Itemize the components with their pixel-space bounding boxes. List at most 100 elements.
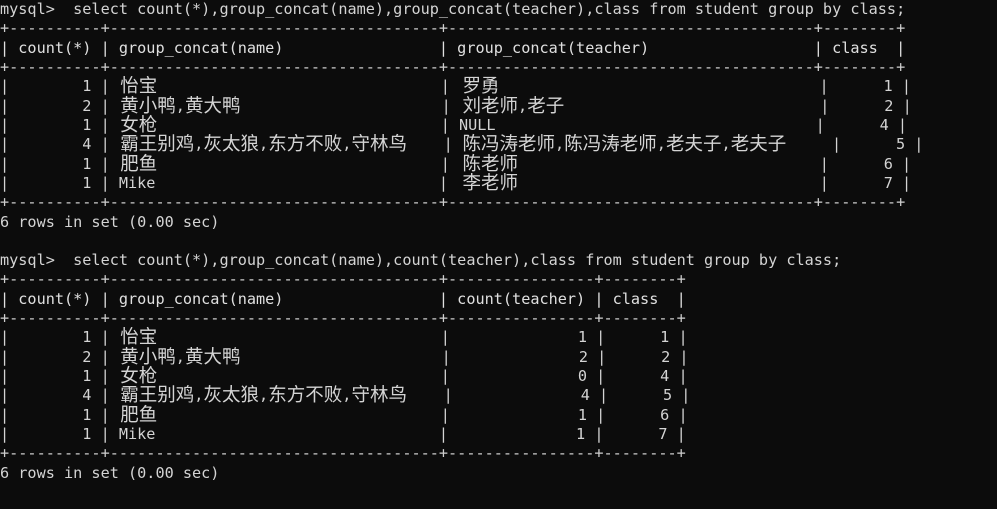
cjk-text: 灰太狼 [203,385,260,407]
ascii-text: | 1 | 1 | [157,328,688,347]
ascii-text: , [656,135,666,154]
table-row: | 1 | Mike | 李老师 | 7 | [0,172,997,194]
table-row: | 1 | 怡宝 | 1 | 1 | [0,327,997,349]
ascii-text: , [194,135,204,154]
cjk-text: 肥鱼 [120,153,158,175]
ascii-text: | NULL | 4 | [157,115,908,134]
table-header-row: | count(*) | group_concat(name) | count(… [0,290,997,309]
cjk-text: 老夫子 [730,134,787,156]
ascii-text: | 1 | [0,115,119,134]
table-rule: +----------+----------------------------… [0,444,997,463]
cjk-text: 守林鸟 [351,134,408,156]
ascii-text: , [259,386,269,405]
ascii-text: | 1 | [0,405,119,424]
ascii-text: +----------+----------------------------… [0,19,906,38]
cjk-text: 黄大鸭 [185,95,241,117]
table-rule: +----------+----------------------------… [0,19,997,38]
table-row: | 1 | 女枪 | NULL | 4 | [0,114,997,136]
cjk-text: 老夫子 [666,134,722,156]
cjk-text: 刘老师 [462,95,519,117]
ascii-text: mysql> select count(*),group_concat(name… [0,0,906,18]
cjk-text: 怡宝 [120,76,158,98]
ascii-text: | 7 | [518,173,912,192]
ascii-text: | 1 | [0,154,119,173]
table-row: | 2 | 黄小鸭, 黄大鸭 | 刘老师, 老子 | 2 | [0,95,997,117]
ascii-text: , [342,135,352,154]
table-rule: +----------+----------------------------… [0,193,997,212]
ascii-text: +----------+----------------------------… [0,57,906,76]
ascii-text: | 2 | 2 | [240,347,689,366]
ascii-text: , [175,347,185,366]
ascii-text: +----------+----------------------------… [0,309,686,328]
ascii-text: , [259,135,269,154]
cjk-text: 黄大鸭 [185,346,241,368]
ascii-text: , [175,96,185,115]
ascii-text: | 1 | Mike | [0,173,458,192]
cjk-text: 东方不败 [268,385,343,407]
cjk-text: 黄小鸭 [120,95,176,117]
ascii-text: | 5 | [786,135,924,154]
ascii-text [0,232,9,251]
table-row: | 4 | 霸王别鸡, 灰太狼, 东方不败, 守林鸟 | 陈冯涛老师, 陈冯涛老师, 老夫… [0,134,997,156]
table-row: | 1 | 肥鱼 | 陈老师 | 6 | [0,153,997,175]
ascii-text: 6 rows in set (0.00 sec) [0,463,220,482]
table-row: | 4 | 霸王别鸡, 灰太狼, 东方不败, 守林鸟 | 4 | 5 | [0,385,997,407]
blank-line [0,232,997,251]
ascii-text: | 1 | [0,77,119,96]
ascii-text: | 6 | [518,154,912,173]
ascii-text: | 1 | 6 | [157,405,688,424]
table-row: | 1 | 女枪 | 0 | 4 | [0,366,997,388]
cjk-text: 李老师 [462,172,519,194]
cjk-text: 守林鸟 [351,385,408,407]
cjk-text: 老子 [527,95,565,117]
ascii-text: | 1 | [499,77,911,96]
table-header-row: | count(*) | group_concat(name) | group_… [0,39,997,58]
table-row: | 1 | 怡宝 | 罗勇 | 1 | [0,76,997,98]
ascii-text: | [240,96,460,115]
ascii-text: | 4 | 5 | [407,386,691,405]
cjk-text: 陈冯涛老师 [462,134,556,156]
cjk-text: 罗勇 [462,76,500,98]
ascii-text: , [555,135,565,154]
table-rule: +----------+----------------------------… [0,58,997,77]
ascii-text: , [518,96,528,115]
ascii-text: , [721,135,731,154]
ascii-text: 6 rows in set (0.00 sec) [0,212,220,231]
ascii-text: | 2 | [0,347,119,366]
table-rule: +----------+----------------------------… [0,309,997,328]
status-line: 6 rows in set (0.00 sec) [0,464,997,483]
ascii-text: | 1 | Mike | 1 | 7 | [0,425,686,444]
ascii-text: | count(*) | group_concat(name) | group_… [0,38,906,57]
ascii-text: | 4 | [0,135,119,154]
cjk-text: 陈冯涛老师 [564,134,657,156]
ascii-text: mysql> select count(*),group_concat(name… [0,251,842,270]
cjk-text: 怡宝 [120,327,158,349]
cjk-text: 女枪 [120,114,158,136]
ascii-text: +----------+----------------------------… [0,193,906,212]
ascii-text: | 1 | [0,367,119,386]
ascii-text: +----------+----------------------------… [0,270,686,289]
cjk-text: 灰太狼 [203,134,260,156]
table-row: | 2 | 黄小鸭, 黄大鸭 | 2 | 2 | [0,346,997,368]
ascii-text: , [194,386,204,405]
ascii-text: | 1 | [0,328,119,347]
cjk-text: 肥鱼 [120,404,158,426]
ascii-text: | 2 | [0,96,119,115]
table-row: | 1 | Mike | 1 | 7 | [0,425,997,444]
ascii-text: | 4 | [0,386,119,405]
table-row: | 1 | 肥鱼 | 1 | 6 | [0,404,997,426]
cjk-text: 霸王别鸡 [120,134,195,156]
ascii-text: | [407,135,462,154]
terminal-window[interactable]: mysql> select count(*),group_concat(name… [0,0,997,509]
prompt-line: mysql> select count(*),group_concat(name… [0,0,997,19]
ascii-text: , [342,386,352,405]
ascii-text: +----------+----------------------------… [0,444,686,463]
cjk-text: 东方不败 [268,134,343,156]
cjk-text: 霸王别鸡 [120,385,195,407]
cjk-text: 女枪 [120,366,158,388]
prompt-line: mysql> select count(*),group_concat(name… [0,251,997,270]
cjk-text: 陈老师 [462,153,519,175]
ascii-text: | [157,154,459,173]
status-line: 6 rows in set (0.00 sec) [0,213,997,232]
ascii-text: | count(*) | group_concat(name) | count(… [0,289,686,308]
